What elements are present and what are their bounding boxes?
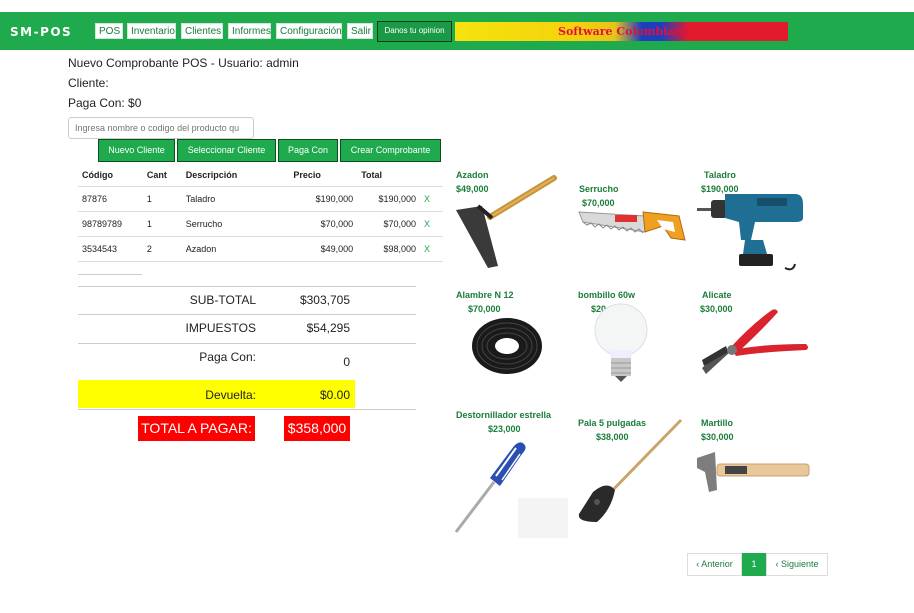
cell-desc: Taladro xyxy=(181,186,290,212)
pagination-prev[interactable]: ‹ Anterior xyxy=(687,553,742,576)
divider xyxy=(78,409,416,410)
product-name: Martillo xyxy=(701,418,734,428)
brand-logo[interactable]: SM-POS xyxy=(10,25,72,39)
taxes-value: $54,295 xyxy=(306,321,350,335)
cell-precio: $70,000 xyxy=(289,211,358,237)
subtotal-label: SUB-TOTAL xyxy=(189,293,256,307)
pagination-page-1[interactable]: 1 xyxy=(742,553,766,576)
product-price: $70,000 xyxy=(468,304,501,314)
cell-precio: $190,000 xyxy=(289,186,358,212)
cell-precio: $49,000 xyxy=(289,236,358,262)
nav-configuracion[interactable]: Configuración xyxy=(276,23,342,39)
product-card-bombillo[interactable]: bombillo 60w $20,000 xyxy=(575,290,675,385)
col-precio: Precio xyxy=(289,164,358,187)
product-search-input[interactable] xyxy=(68,117,254,139)
product-card-destornillador[interactable]: Destornillador estrella $23,000 xyxy=(450,410,570,540)
cell-total: $190,000 xyxy=(357,186,421,212)
wire-coil-icon xyxy=(472,318,542,374)
product-card-pala[interactable]: Pala 5 pulgadas $38,000 xyxy=(573,418,688,528)
col-delete xyxy=(420,164,443,187)
table-header-row: Código Cant Descripción Precio Total xyxy=(78,164,443,187)
client-label: Cliente: xyxy=(68,76,109,90)
total-value: $358,000 xyxy=(284,416,350,441)
nav-pos[interactable]: POS xyxy=(95,23,123,39)
paid-label: Paga Con: xyxy=(199,350,256,364)
feedback-button[interactable]: Danos tu opinion xyxy=(377,21,452,42)
divider xyxy=(78,343,416,344)
nav-informes[interactable]: Informes xyxy=(228,23,271,39)
subtotal-value: $303,705 xyxy=(299,293,350,307)
delete-item-button[interactable]: X xyxy=(420,186,443,212)
product-card-martillo[interactable]: Martillo $30,000 xyxy=(695,418,810,498)
delete-item-button[interactable]: X xyxy=(420,211,443,237)
col-cant: Cant xyxy=(142,164,182,187)
divider xyxy=(78,274,142,275)
cell-codigo: 87876 xyxy=(78,186,143,212)
cell-cant: 2 xyxy=(142,236,182,262)
product-price: $23,000 xyxy=(488,424,521,434)
cell-total: $98,000 xyxy=(357,236,421,262)
change-value: $0.00 xyxy=(319,388,350,402)
divider xyxy=(78,314,416,315)
paga-con-label: Paga Con: $0 xyxy=(68,96,142,110)
product-card-alicate[interactable]: Alicate $30,000 xyxy=(692,290,812,382)
col-total: Total xyxy=(357,164,421,187)
pliers-icon xyxy=(702,309,808,374)
software-banner[interactable]: Software Colombiano xyxy=(455,22,788,41)
hammer-icon xyxy=(697,452,810,492)
delete-item-button[interactable]: X xyxy=(420,236,443,262)
product-name: Alambre N 12 xyxy=(456,290,514,300)
hoe-icon xyxy=(456,175,557,268)
banner-text: Software Colombiano xyxy=(558,25,690,38)
top-navbar: SM-POS POS Inventario Clientes Informes … xyxy=(0,12,914,50)
cell-cant: 1 xyxy=(142,211,182,237)
items-table: Código Cant Descripción Precio Total 878… xyxy=(78,164,443,262)
taxes-label: IMPUESTOS xyxy=(185,321,256,335)
create-receipt-button[interactable]: Crear Comprobante xyxy=(340,139,441,162)
product-name: Alicate xyxy=(702,290,732,300)
page-title: Nuevo Comprobante POS - Usuario: admin xyxy=(68,56,299,70)
cell-desc: Azadon xyxy=(181,236,290,262)
total-label: TOTAL A PAGAR: xyxy=(138,416,255,441)
paid-value: 0 xyxy=(343,355,350,369)
nav-clientes[interactable]: Clientes xyxy=(181,23,223,39)
product-card-alambre[interactable]: Alambre N 12 $70,000 xyxy=(452,290,562,382)
change-label: Devuelta: xyxy=(205,388,256,402)
light-bulb-icon xyxy=(594,303,648,382)
product-card-azadon[interactable]: Azadon $49,000 xyxy=(450,170,560,270)
pagination-next[interactable]: ‹ Siguiente xyxy=(766,553,828,576)
screwdriver-icon xyxy=(454,442,568,538)
shovel-icon xyxy=(578,418,683,522)
product-name: Destornillador estrella xyxy=(456,410,552,420)
table-row: 98789789 1 Serrucho $70,000 $70,000 X xyxy=(78,211,443,237)
table-row: 87876 1 Taladro $190,000 $190,000 X xyxy=(78,186,443,212)
product-price: $30,000 xyxy=(701,432,734,442)
divider xyxy=(78,286,416,287)
cell-codigo: 98789789 xyxy=(78,211,143,237)
product-name: Taladro xyxy=(704,170,736,180)
nav-salir[interactable]: Salir xyxy=(347,23,373,39)
product-name: bombillo 60w xyxy=(578,290,636,300)
new-client-button[interactable]: Nuevo Cliente xyxy=(98,139,175,162)
cell-codigo: 3534543 xyxy=(78,236,143,262)
product-card-taladro[interactable]: Taladro $190,000 xyxy=(695,170,810,275)
cell-cant: 1 xyxy=(142,186,182,212)
col-descripcion: Descripción xyxy=(181,164,290,187)
product-name: Serrucho xyxy=(579,184,619,194)
product-card-serrucho[interactable]: Serrucho $70,000 xyxy=(573,184,688,254)
cell-total: $70,000 xyxy=(357,211,421,237)
cell-desc: Serrucho xyxy=(181,211,290,237)
saw-icon xyxy=(578,211,686,241)
select-client-button[interactable]: Seleccionar Cliente xyxy=(177,139,276,162)
pay-with-button[interactable]: Paga Con xyxy=(278,139,338,162)
nav-inventario[interactable]: Inventario xyxy=(127,23,176,39)
table-row: 3534543 2 Azadon $49,000 $98,000 X xyxy=(78,236,443,262)
col-codigo: Código xyxy=(78,164,143,187)
drill-icon xyxy=(697,194,803,271)
